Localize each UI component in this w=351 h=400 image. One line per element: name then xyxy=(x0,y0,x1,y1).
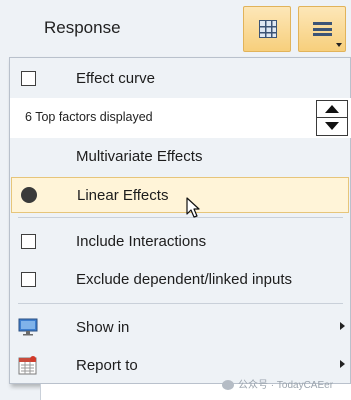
options-menu-button[interactable] xyxy=(298,6,346,52)
menu-item-linear-effects[interactable]: Linear Effects xyxy=(11,177,349,213)
menu-item-label: Report to xyxy=(76,357,138,374)
submenu-arrow-icon xyxy=(340,360,345,368)
options-popup-menu: Effect curve 6 Top factors displayed Mul… xyxy=(9,57,351,384)
submenu-arrow-icon xyxy=(340,322,345,330)
menu-item-show-in[interactable]: Show in xyxy=(10,309,351,346)
top-factors-label: 6 Top factors displayed xyxy=(25,110,153,124)
menu-separator xyxy=(18,303,343,304)
menu-item-label: Linear Effects xyxy=(77,187,169,204)
grid-table-icon xyxy=(259,20,277,38)
hamburger-menu-icon xyxy=(313,22,332,36)
include-interactions-checkbox[interactable] xyxy=(21,234,36,249)
menu-item-label: Include Interactions xyxy=(76,233,207,250)
menu-item-label: Multivariate Effects xyxy=(76,148,203,165)
menu-item-exclude-dependent[interactable]: Exclude dependent/linked inputs xyxy=(10,261,351,298)
response-title: Response xyxy=(44,18,121,37)
watermark: 公众号 · TodayCAEer xyxy=(222,376,333,391)
wechat-icon xyxy=(222,380,234,391)
menu-item-include-interactions[interactable]: Include Interactions xyxy=(10,223,351,260)
chevron-down-icon xyxy=(336,43,342,47)
menu-item-label: Exclude dependent/linked inputs xyxy=(76,271,292,288)
report-icon xyxy=(18,356,37,375)
top-factors-spinner[interactable] xyxy=(316,100,348,136)
menu-item-label: Effect curve xyxy=(76,70,155,87)
menu-separator xyxy=(18,217,343,218)
top-factors-field[interactable]: 6 Top factors displayed xyxy=(10,98,351,138)
menu-item-effect-curve[interactable]: Effect curve xyxy=(10,60,351,97)
arrow-down-icon xyxy=(325,122,339,130)
selected-radio-icon xyxy=(21,187,37,203)
effect-curve-checkbox[interactable] xyxy=(21,71,36,86)
spinner-down-button[interactable] xyxy=(317,118,347,135)
mouse-pointer-icon xyxy=(186,197,200,218)
menu-item-multivariate-effects[interactable]: Multivariate Effects xyxy=(10,138,351,175)
watermark-text: 公众号 · TodayCAEer xyxy=(238,380,334,391)
grid-view-button[interactable] xyxy=(243,6,291,52)
panel-header: Response xyxy=(0,0,351,58)
menu-item-label: Show in xyxy=(76,319,130,336)
arrow-up-icon xyxy=(325,105,339,113)
monitor-icon xyxy=(18,318,38,336)
spinner-up-button[interactable] xyxy=(317,101,347,118)
exclude-dependent-checkbox[interactable] xyxy=(21,272,36,287)
